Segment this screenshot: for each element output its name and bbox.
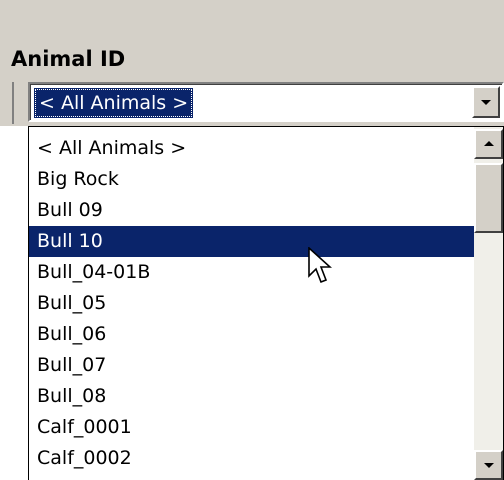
scroll-up-arrow-icon — [483, 141, 494, 146]
dropdown-options: < All Animals > Big Rock Bull 09 Bull 10… — [29, 133, 474, 474]
combobox-selected-value: < All Animals > — [34, 88, 194, 118]
scroll-up-button[interactable] — [474, 129, 503, 159]
vertical-scrollbar[interactable] — [474, 127, 503, 480]
animal-id-label: Animal ID — [11, 47, 126, 71]
combobox-dropdown-button[interactable] — [472, 86, 500, 118]
list-item[interactable]: Bull_08 — [29, 381, 474, 412]
animal-id-dropdown-list[interactable]: < All Animals > Big Rock Bull 09 Bull 10… — [28, 126, 504, 480]
list-item[interactable]: < All Animals > — [29, 133, 474, 164]
list-item[interactable]: Bull_05 — [29, 288, 474, 319]
scrollbar-thumb[interactable] — [474, 163, 503, 233]
chevron-down-icon — [481, 100, 491, 105]
scroll-down-button[interactable] — [474, 450, 503, 480]
list-item[interactable]: Bull_07 — [29, 350, 474, 381]
list-item[interactable]: Bull_04-01B — [29, 257, 474, 288]
mouse-pointer-icon — [308, 247, 332, 284]
animal-id-combobox[interactable]: < All Animals > — [28, 82, 504, 122]
list-item[interactable]: Bull_06 — [29, 319, 474, 350]
scroll-down-arrow-icon — [483, 463, 494, 468]
list-item[interactable]: Calf_0002 — [29, 443, 474, 474]
list-item-highlighted[interactable]: Bull 10 — [29, 226, 474, 257]
list-item[interactable]: Calf_0001 — [29, 412, 474, 443]
adjacent-control-edge — [0, 82, 14, 124]
list-item[interactable]: Bull 09 — [29, 195, 474, 226]
list-item[interactable]: Big Rock — [29, 164, 474, 195]
